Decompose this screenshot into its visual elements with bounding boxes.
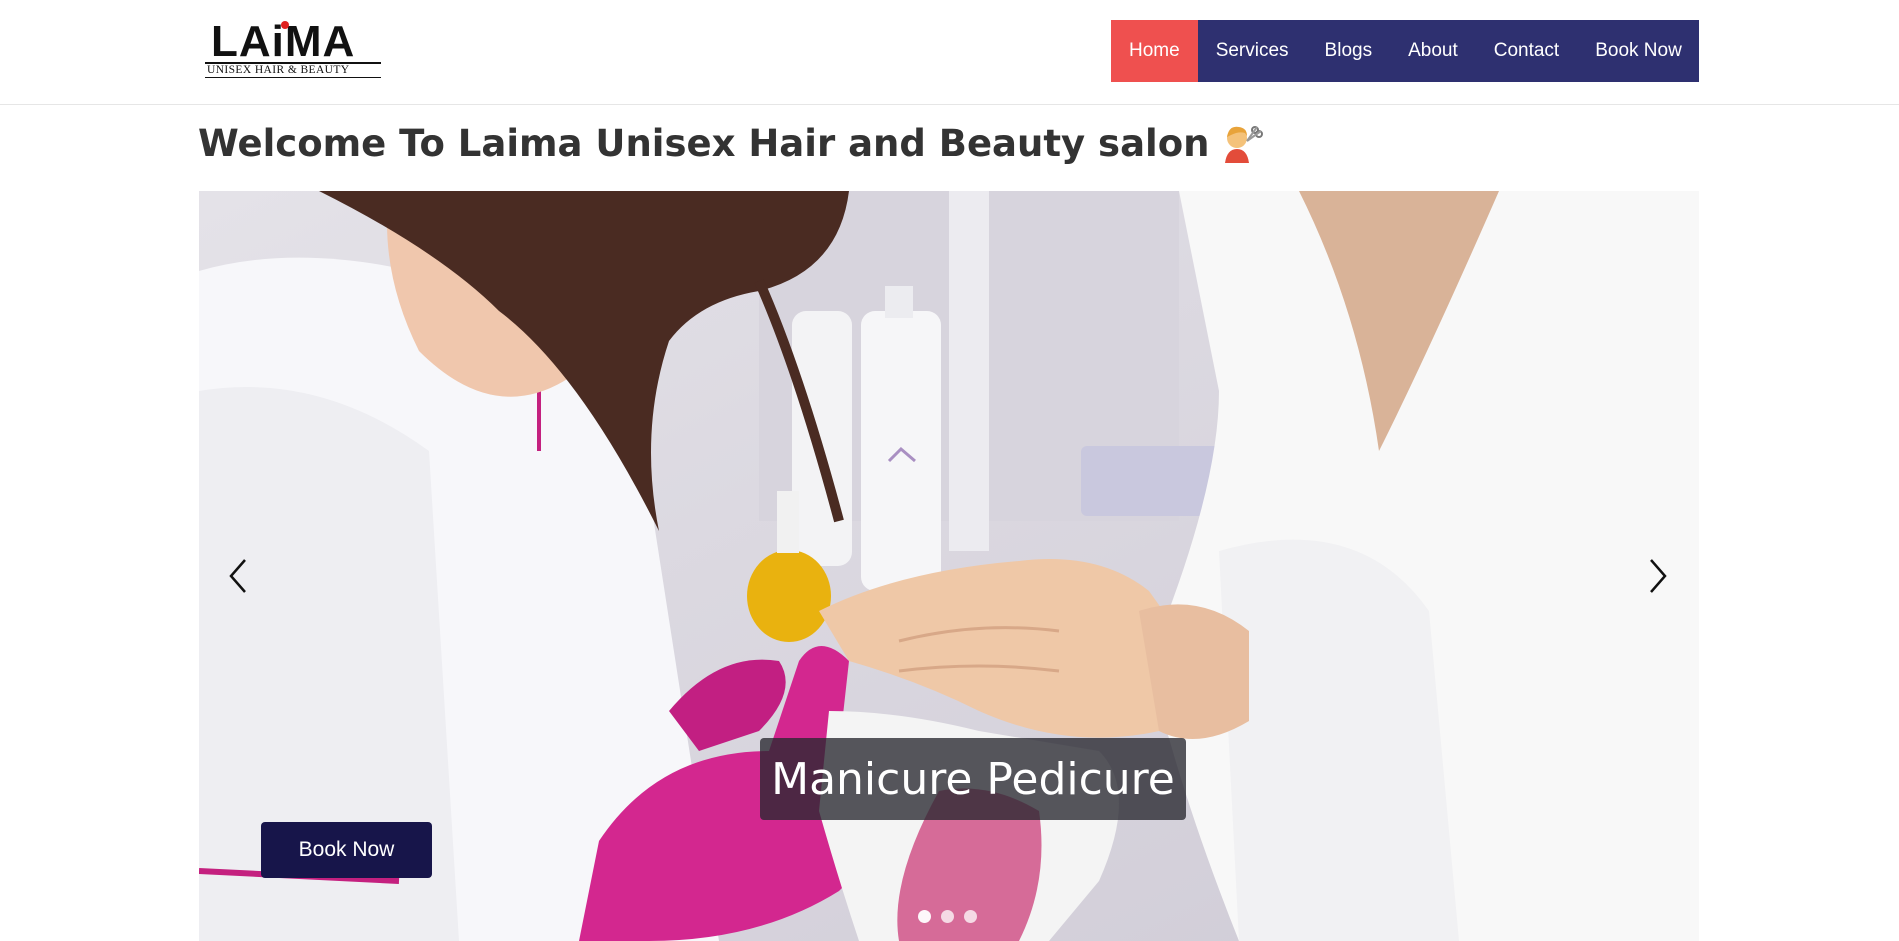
logo-rule-bottom <box>205 77 381 78</box>
main-nav: Home Services Blogs About Contact Book N… <box>1111 20 1699 82</box>
logo-subtitle: UNISEX HAIR & BEAUTY <box>207 64 350 76</box>
chevron-right-icon <box>1650 559 1667 593</box>
laima-logo[interactable]: LAiMA UNISEX HAIR & BEAUTY <box>205 18 385 80</box>
carousel-prev-button[interactable] <box>217 546 257 606</box>
nav-book-now[interactable]: Book Now <box>1577 20 1700 82</box>
nav-services[interactable]: Services <box>1198 20 1307 82</box>
hero-book-now-button[interactable]: Book Now <box>261 822 432 878</box>
page-title: Welcome To Laima Unisex Hair and Beauty … <box>198 118 1265 168</box>
nav-home[interactable]: Home <box>1111 20 1198 82</box>
logo-i-dot <box>281 21 289 29</box>
nav-blogs[interactable]: Blogs <box>1307 20 1391 82</box>
site-header: LAiMA UNISEX HAIR & BEAUTY Home Services… <box>0 0 1899 105</box>
carousel-dot-1[interactable] <box>918 910 931 923</box>
welcome-text: Welcome To Laima Unisex Hair and Beauty … <box>198 121 1210 165</box>
carousel-dot-3[interactable] <box>964 910 977 923</box>
chevron-left-icon <box>229 559 246 593</box>
hairdresser-icon <box>1221 121 1265 165</box>
nav-contact[interactable]: Contact <box>1476 20 1577 82</box>
hero-carousel: Manicure Pedicure Book Now <box>199 191 1699 941</box>
carousel-next-button[interactable] <box>1639 546 1679 606</box>
nav-about[interactable]: About <box>1390 20 1476 82</box>
carousel-indicators <box>918 910 977 923</box>
slide-caption: Manicure Pedicure <box>760 738 1186 820</box>
carousel-dot-2[interactable] <box>941 910 954 923</box>
